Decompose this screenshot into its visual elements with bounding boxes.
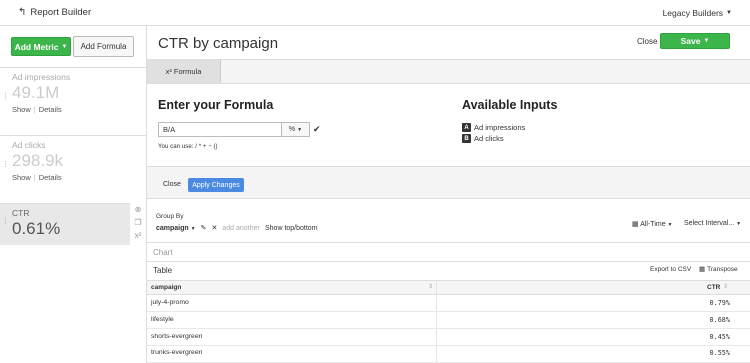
cell-ctr: 0.79% [709,299,730,307]
calendar-icon: ▦ [632,221,639,228]
metric-card-ctr[interactable]: CTR 0.61% [0,203,130,245]
group-by-row: campaign ▼ ✎ ✕ add another [156,224,260,233]
input-badge: A [462,123,471,132]
chevron-down-icon: ▼ [667,222,673,228]
add-another-link[interactable]: add another [222,225,259,232]
cell-campaign: trunks-evergreen [151,349,203,356]
group-by-label: Group By [156,213,184,220]
close-link[interactable]: Close [637,37,657,46]
cell-campaign: july-4-promo [151,299,189,306]
drag-handle-icon[interactable]: ⋮ [2,93,9,100]
cell-ctr: 0.68% [709,316,730,324]
details-link[interactable]: Details [39,105,62,114]
group-by-field-label: campaign [156,224,189,232]
chevron-down-icon: ▼ [61,43,68,50]
export-csv-link[interactable]: Export to CSV [650,266,691,273]
format-select[interactable]: % ▼ [282,122,310,137]
cell-campaign: lifestyle [151,316,174,323]
back-label: Report Builder [30,7,92,18]
metric-value: 49.1M [12,83,60,102]
tab-formula[interactable]: x² Formula [147,59,221,83]
account-label: Legacy Builders [662,8,724,18]
back-arrow-icon: ↰ [18,7,27,18]
metric-value: 298.9k [12,151,64,170]
chart-section[interactable] [147,242,750,262]
table-label: Table [153,266,173,275]
add-metric-button[interactable]: Add Metric ▼ [11,37,71,56]
cell-campaign: shorts-evergreen [151,333,203,340]
metric-name: Ad clicks [12,140,46,150]
drag-handle-icon[interactable]: ⋮ [2,218,9,225]
editor-close-link[interactable]: Close [163,181,181,188]
transpose-label: Transpose [707,265,738,273]
column-header-campaign[interactable]: campaign [151,284,181,291]
formula-icon[interactable]: x² [135,231,142,240]
metric-actions: ⊗ ❐ x² [131,205,145,240]
show-top-bottom-link[interactable]: Show top/bottom [265,225,318,232]
sort-icon[interactable]: ⇕ [428,283,433,290]
table-row [147,329,750,346]
transpose-button[interactable]: ▦ Transpose [699,265,738,274]
drag-handle-icon[interactable]: ⋮ [2,161,9,168]
chart-label: Chart [153,248,173,257]
formula-help-text: You can use: / * + − () [158,143,218,150]
chevron-down-icon: ▼ [726,10,732,16]
formula-input[interactable]: B/A [158,122,282,137]
table-row [147,312,750,329]
interval-select[interactable]: Select Interval... ▼ [684,220,741,227]
edit-icon[interactable]: ✎ [201,224,207,232]
delete-icon[interactable]: ⊗ [135,205,142,214]
copy-icon[interactable]: ❐ [134,218,141,227]
table-row [147,295,750,312]
metric-value: 0.61% [12,219,61,238]
table-row [147,346,750,363]
save-button[interactable]: Save ▼ [660,33,730,49]
show-link[interactable]: Show [12,173,31,182]
cell-ctr: 0.45% [709,333,730,341]
add-metric-label: Add Metric [14,41,59,52]
metric-name: CTR [12,208,30,218]
input-label: Ad impressions [474,123,526,132]
format-value: % [288,126,296,133]
metric-card-ad-impressions[interactable]: Ad impressions 49.1M Show | Details [0,67,147,135]
table-header [147,280,750,295]
enter-formula-heading: Enter your Formula [158,98,274,112]
cell-ctr: 0.55% [709,349,730,357]
interval-label: Select Interval... [684,220,735,227]
show-link[interactable]: Show [12,105,31,114]
available-inputs-heading: Available Inputs [462,98,558,112]
details-link[interactable]: Details [39,173,62,182]
chevron-down-icon: ▼ [297,126,303,133]
check-icon[interactable]: ✔ [313,124,321,135]
column-header-ctr[interactable]: CTR [707,284,720,291]
available-inputs-list: A Ad impressions B Ad clicks [462,123,525,145]
remove-icon[interactable]: ✕ [211,224,217,232]
time-range-select[interactable]: ▦ All-Time ▼ [632,220,673,228]
grid-icon: ▦ [699,266,706,273]
chevron-down-icon: ▼ [736,221,742,227]
back-link[interactable]: ↰ Report Builder [18,7,91,18]
save-label: Save [680,36,701,46]
input-item[interactable]: B Ad clicks [462,134,525,143]
apply-changes-button[interactable]: Apply Changes [188,178,244,192]
chevron-down-icon: ▼ [703,38,710,44]
input-badge: B [462,134,471,143]
top-bar [0,0,750,26]
time-range-label: All-Time [640,221,666,228]
sort-icon[interactable]: ⇕ [723,283,728,290]
input-item[interactable]: A Ad impressions [462,123,525,132]
input-label: Ad clicks [474,134,504,143]
group-by-field[interactable]: campaign ▼ [156,225,196,232]
add-formula-button[interactable]: Add Formula [73,36,134,57]
account-menu[interactable]: Legacy Builders ▼ [663,8,732,18]
metric-card-ad-clicks[interactable]: Ad clicks 298.9k Show | Details [0,135,147,203]
chevron-down-icon: ▼ [190,225,196,232]
page-title: CTR by campaign [158,35,279,52]
metric-name: Ad impressions [12,72,71,82]
